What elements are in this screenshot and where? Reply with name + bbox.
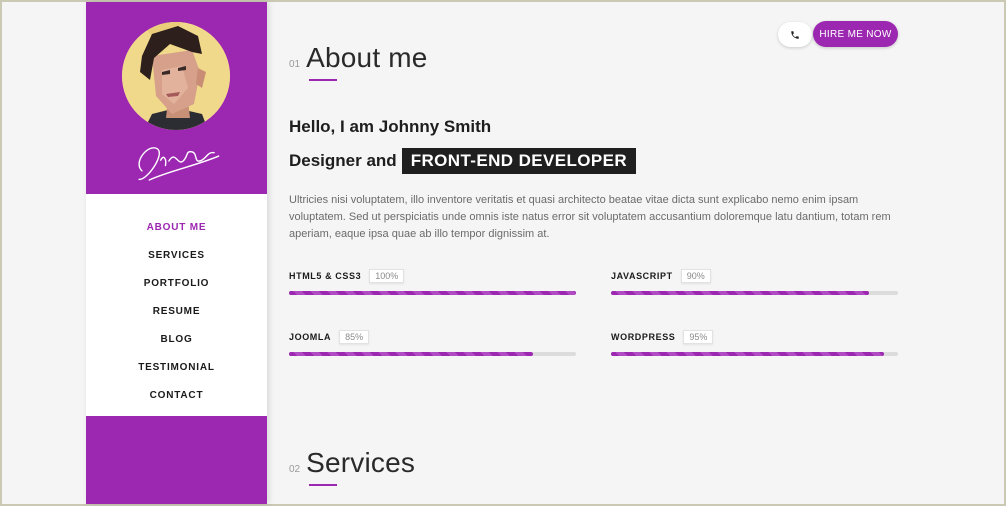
role-highlight: FRONT-END DEVELOPER: [401, 148, 637, 174]
skill-percent-badge: 100%: [369, 269, 405, 283]
avatar: [122, 22, 230, 130]
signature-logo: [83, 124, 269, 200]
skill-progress-fill: [289, 291, 576, 295]
skill-joomla: JOOMLA 85%: [289, 329, 576, 356]
skill-percent-badge: 90%: [680, 269, 711, 283]
profile-header: [86, 2, 267, 194]
services-section-title: 02 Services: [289, 447, 416, 486]
skill-name: HTML5 & CSS3: [289, 271, 362, 281]
skill-percent-badge: 95%: [683, 330, 714, 344]
skill-progress-track: [611, 352, 898, 356]
section-heading: Services: [306, 447, 416, 478]
sidebar-nav: ABOUT ME SERVICES PORTFOLIO RESUME BLOG …: [86, 194, 267, 416]
greeting-heading: Hello, I am Johnny Smith: [289, 117, 492, 136]
skill-progress-fill: [289, 352, 533, 356]
nav-item-resume[interactable]: RESUME: [86, 298, 267, 326]
skill-progress-track: [611, 291, 898, 295]
skill-progress-fill: [611, 291, 870, 295]
avatar-portrait: [122, 22, 230, 130]
skill-wordpress: WORDPRESS 95%: [611, 329, 898, 356]
skill-name: JOOMLA: [289, 332, 332, 342]
phone-button[interactable]: [778, 22, 812, 47]
nav-item-contact[interactable]: CONTACT: [86, 382, 267, 410]
nav-item-services[interactable]: SERVICES: [86, 242, 267, 270]
section-underline: [309, 484, 337, 486]
nav-item-testimonial[interactable]: TESTIMONIAL: [86, 354, 267, 382]
role-heading: Designer and FRONT-END DEVELOPER: [289, 148, 637, 174]
section-underline: [309, 79, 337, 81]
skill-progress-fill: [611, 352, 884, 356]
nav-item-portfolio[interactable]: PORTFOLIO: [86, 270, 267, 298]
skill-html-css: HTML5 & CSS3 100%: [289, 268, 576, 295]
intro-paragraph: Ultricies nisi voluptatem, illo inventor…: [289, 194, 891, 240]
section-number: 02: [289, 464, 301, 475]
section-heading: About me: [306, 42, 428, 73]
skill-progress-track: [289, 291, 576, 295]
skill-name: JAVASCRIPT: [611, 271, 673, 281]
skill-name: WORDPRESS: [611, 332, 676, 342]
section-number: 01: [289, 59, 301, 70]
nav-item-about-me[interactable]: ABOUT ME: [86, 214, 267, 242]
phone-icon: [791, 30, 799, 39]
about-section-title: 01 About me: [289, 42, 428, 81]
sidebar: ABOUT ME SERVICES PORTFOLIO RESUME BLOG …: [86, 2, 267, 504]
skill-javascript: JAVASCRIPT 90%: [611, 268, 898, 295]
skill-progress-track: [289, 352, 576, 356]
hire-me-button[interactable]: HIRE ME NOW: [813, 21, 898, 47]
nav-item-blog[interactable]: BLOG: [86, 326, 267, 354]
role-prefix: Designer and: [289, 151, 397, 170]
skill-percent-badge: 85%: [339, 330, 370, 344]
